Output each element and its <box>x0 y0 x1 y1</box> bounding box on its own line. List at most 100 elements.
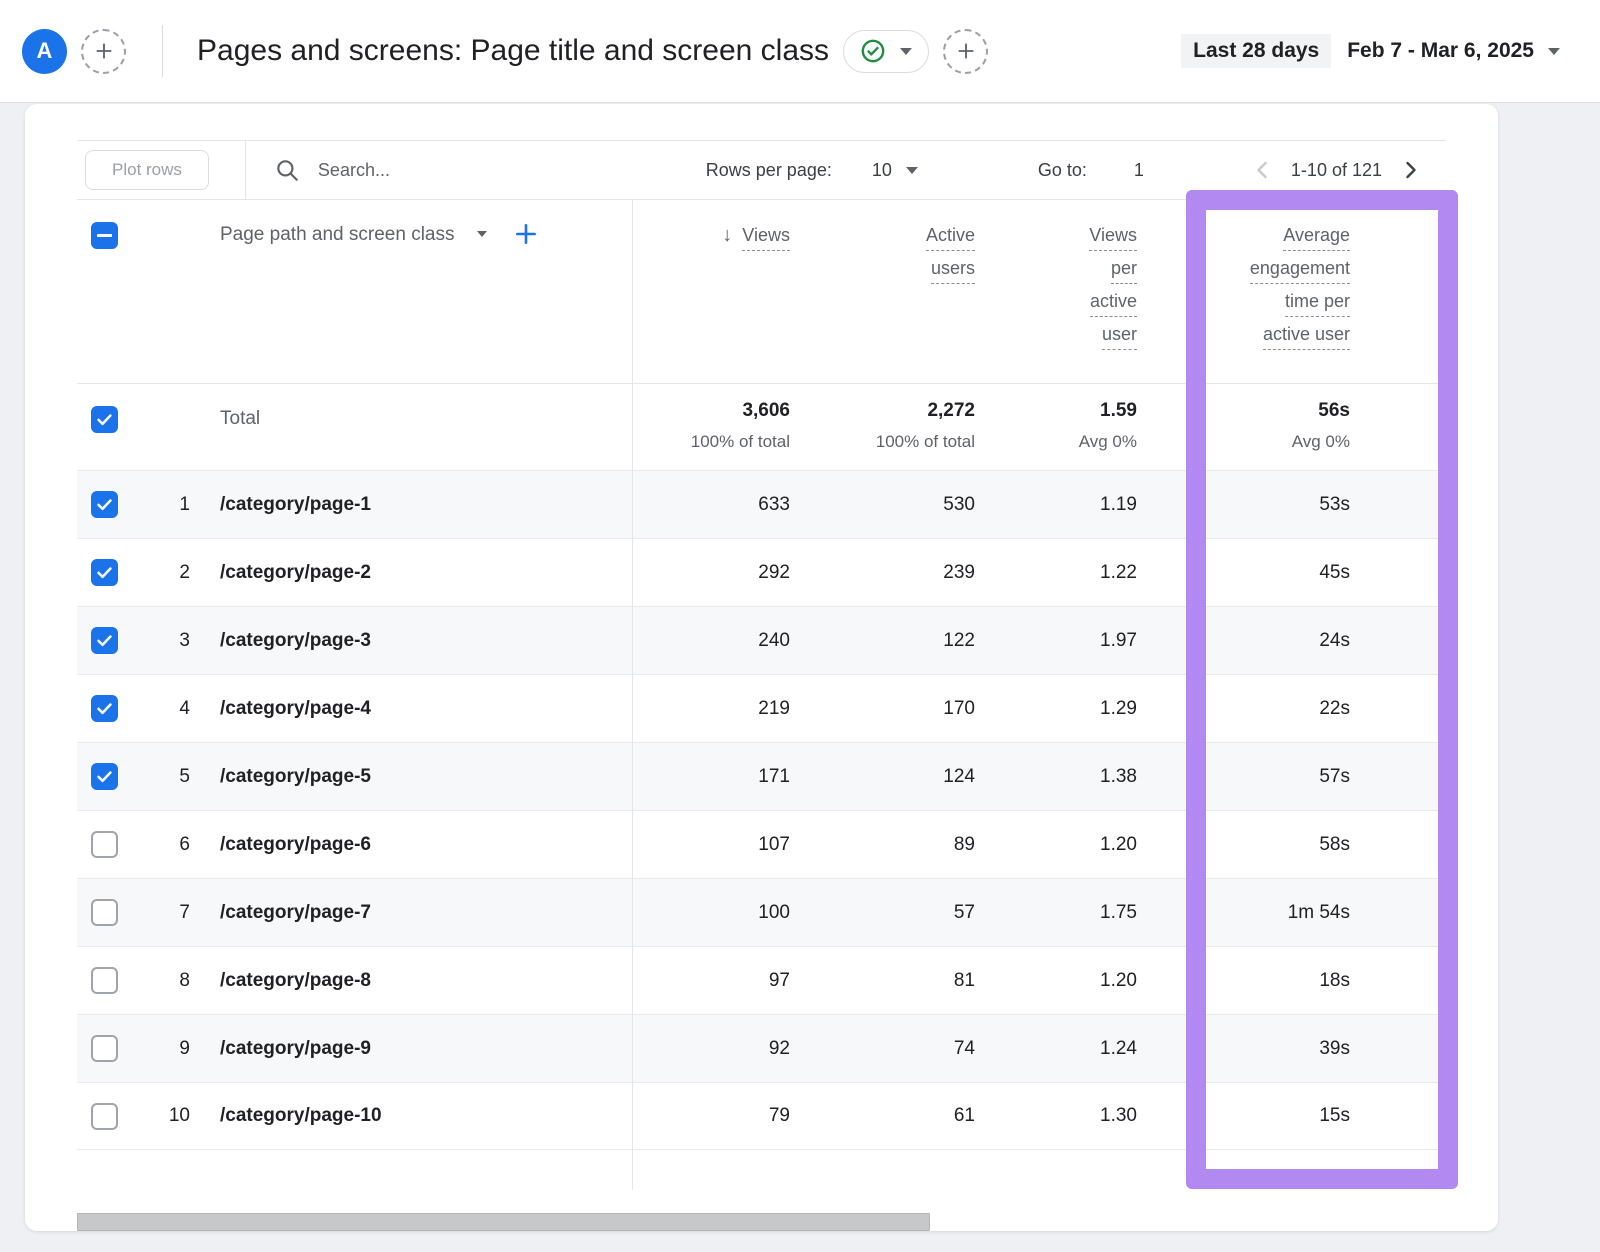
dimension-header[interactable]: Page path and screen class <box>220 224 455 246</box>
table-row: 4 /category/page-4 219 170 1.29 22s <box>77 674 1446 742</box>
total-views-sub: 100% of total <box>691 432 790 452</box>
engagement-value: 58s <box>1153 834 1366 856</box>
table-row: 2 /category/page-2 292 239 1.22 45s <box>77 538 1446 606</box>
engagement-value: 45s <box>1153 562 1366 584</box>
total-active-users: 2,272 <box>927 400 975 422</box>
active-users-value: 61 <box>806 1105 991 1127</box>
page-path: /category/page-6 <box>220 834 371 856</box>
views-per-user-value: 1.75 <box>991 902 1153 924</box>
active-users-value: 239 <box>806 562 991 584</box>
column-header-label: Views <box>742 224 790 251</box>
row-checkbox[interactable] <box>91 967 118 994</box>
views-value: 100 <box>632 902 806 924</box>
row-checkbox[interactable] <box>91 831 118 858</box>
row-checkbox[interactable] <box>91 559 118 586</box>
row-checkbox[interactable] <box>91 627 118 654</box>
pagination-range: 1-10 of 121 <box>1291 160 1382 181</box>
toolbar-divider <box>245 141 246 200</box>
total-views: 3,606 <box>742 400 790 422</box>
engagement-value: 57s <box>1153 766 1366 788</box>
active-users-value: 74 <box>806 1038 991 1060</box>
total-active-users-sub: 100% of total <box>876 432 975 452</box>
table-total-row: Total 3,606 100% of total 2,272 100% of … <box>77 383 1446 470</box>
row-checkbox[interactable] <box>91 1035 118 1062</box>
previous-page-button[interactable] <box>1251 158 1275 182</box>
row-index: 5 <box>145 766 190 788</box>
plot-rows-button[interactable]: Plot rows <box>85 150 209 190</box>
page-path: /category/page-3 <box>220 630 371 652</box>
add-report-button[interactable] <box>943 29 988 74</box>
total-views-per-user-sub: Avg 0% <box>1079 432 1137 452</box>
row-checkbox[interactable] <box>91 763 118 790</box>
table-row: 3 /category/page-3 240 122 1.97 24s <box>77 606 1446 674</box>
active-users-value: 170 <box>806 698 991 720</box>
views-value: 240 <box>632 630 806 652</box>
search-input[interactable] <box>318 160 568 181</box>
active-users-value: 89 <box>806 834 991 856</box>
analytics-report-page: A Pages and screens: Page title and scre… <box>0 0 1600 1252</box>
engagement-value: 18s <box>1153 970 1366 992</box>
views-per-user-value: 1.22 <box>991 562 1153 584</box>
engagement-value: 22s <box>1153 698 1366 720</box>
total-checkbox[interactable] <box>91 406 118 433</box>
search-icon <box>274 157 300 183</box>
page-path: /category/page-7 <box>220 902 371 924</box>
row-index: 3 <box>145 630 190 652</box>
column-header-label: Average <box>1283 224 1350 251</box>
rows-per-page-value: 10 <box>872 160 892 181</box>
column-header-label: Active <box>926 224 975 251</box>
go-to-page-input[interactable] <box>1117 160 1161 181</box>
chevron-down-icon[interactable] <box>477 231 487 237</box>
table-row: 8 /category/page-8 97 81 1.20 18s <box>77 946 1446 1014</box>
page-path: /category/page-10 <box>220 1105 382 1127</box>
row-checkbox[interactable] <box>91 695 118 722</box>
data-quality-pill[interactable] <box>843 30 929 73</box>
table-row: 1 /category/page-1 633 530 1.19 53s <box>77 470 1446 538</box>
add-comparison-button[interactable] <box>81 29 126 74</box>
column-header-label: Views <box>1089 224 1137 251</box>
column-header-avg-engagement-time[interactable]: Averageengagementtime peractive user <box>1153 200 1366 383</box>
avatar[interactable]: A <box>22 29 67 74</box>
row-index: 8 <box>145 970 190 992</box>
row-index: 4 <box>145 698 190 720</box>
active-users-value: 81 <box>806 970 991 992</box>
column-header-active-users[interactable]: Activeusers <box>806 200 991 383</box>
views-value: 633 <box>632 494 806 516</box>
column-header-views-per-active-user[interactable]: Viewsperactiveuser <box>991 200 1153 383</box>
select-all-checkbox[interactable] <box>91 222 118 249</box>
views-value: 92 <box>632 1038 806 1060</box>
engagement-value: 53s <box>1153 494 1366 516</box>
page-path: /category/page-9 <box>220 1038 371 1060</box>
next-page-button[interactable] <box>1398 158 1422 182</box>
rows-per-page-select[interactable]: 10 <box>872 160 918 181</box>
views-per-user-value: 1.29 <box>991 698 1153 720</box>
views-value: 97 <box>632 970 806 992</box>
table-row: 5 /category/page-5 171 124 1.38 57s <box>77 742 1446 810</box>
views-value: 79 <box>632 1105 806 1127</box>
add-dimension-button[interactable] <box>513 221 539 247</box>
chevron-down-icon <box>900 48 912 55</box>
views-per-user-value: 1.20 <box>991 834 1153 856</box>
page-title: Pages and screens: Page title and screen… <box>197 34 829 68</box>
active-users-value: 124 <box>806 766 991 788</box>
table-toolbar: Plot rows Rows per page: 10 Go to: <box>77 140 1446 200</box>
row-checkbox[interactable] <box>91 491 118 518</box>
column-header-label: time per <box>1285 290 1350 317</box>
active-users-value: 530 <box>806 494 991 516</box>
row-checkbox[interactable] <box>91 1103 118 1130</box>
row-checkbox[interactable] <box>91 899 118 926</box>
page-path: /category/page-8 <box>220 970 371 992</box>
table-row: 9 /category/page-9 92 74 1.24 39s <box>77 1014 1446 1082</box>
table-body: 1 /category/page-1 633 530 1.19 53s 2 /c… <box>77 470 1446 1150</box>
column-divider <box>632 200 633 1190</box>
go-to-label: Go to: <box>1038 160 1087 181</box>
views-per-user-value: 1.19 <box>991 494 1153 516</box>
sort-descending-icon: ↓ <box>722 224 732 246</box>
column-header-label: active <box>1090 290 1137 317</box>
horizontal-scrollbar-thumb[interactable] <box>77 1213 930 1231</box>
date-range-picker[interactable]: Last 28 days Feb 7 - Mar 6, 2025 <box>1181 34 1560 68</box>
total-engagement-sub: Avg 0% <box>1292 432 1350 452</box>
column-header-views[interactable]: ↓ Views <box>632 200 806 383</box>
engagement-value: 15s <box>1153 1105 1366 1127</box>
column-header-label: engagement <box>1250 257 1350 284</box>
